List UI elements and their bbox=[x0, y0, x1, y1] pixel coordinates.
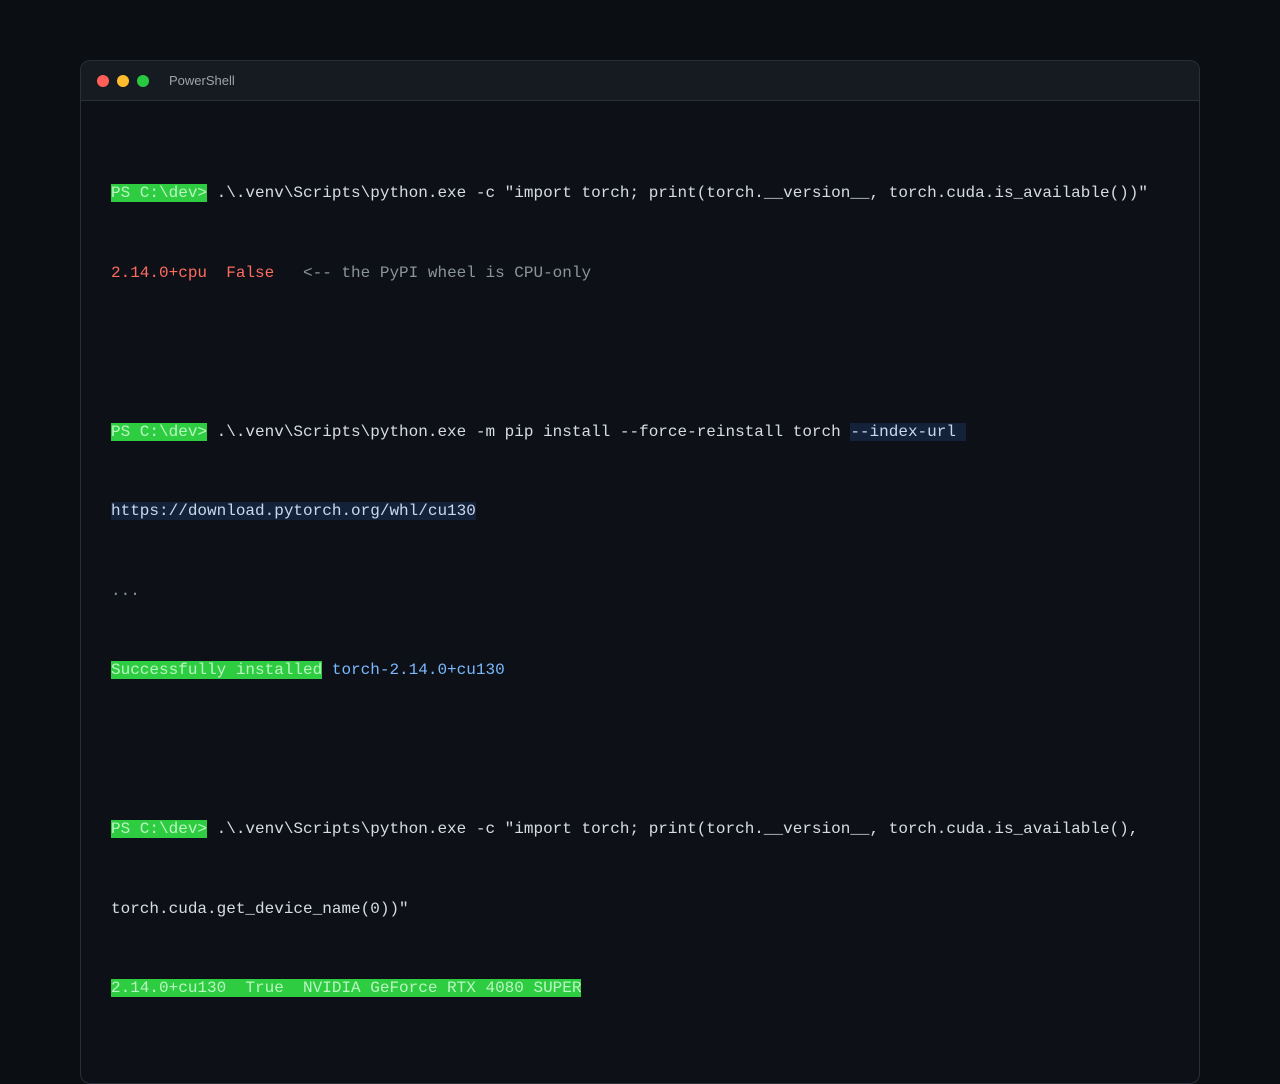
close-button[interactable] bbox=[97, 74, 109, 87]
ellipsis-line: ... bbox=[111, 581, 140, 600]
prompt: PS C:\dev> bbox=[111, 184, 208, 202]
command-text: .\.venv\Scripts\python.exe -m pip instal… bbox=[207, 422, 851, 441]
success-label: Successfully installed bbox=[111, 661, 323, 679]
maximize-button[interactable] bbox=[137, 74, 149, 87]
command-text: .\.venv\Scripts\python.exe -c "import to… bbox=[207, 184, 1148, 202]
comment-text: <-- the PyPI wheel is CPU-only bbox=[274, 263, 592, 282]
gpu-result-output: 2.14.0+cu130 True NVIDIA GeForce RTX 408… bbox=[111, 979, 582, 997]
prompt: PS C:\dev> bbox=[111, 422, 208, 441]
cuda-available-output: False bbox=[226, 263, 275, 282]
terminal-output[interactable]: PS C:\dev> .\.venv\Scripts\python.exe -c… bbox=[81, 101, 1199, 1083]
command-text: .\.venv\Scripts\python.exe -c "import to… bbox=[207, 820, 1139, 838]
command-line-2-cont: https://download.pytorch.org/whl/cu130 bbox=[111, 498, 1169, 525]
torch-version-output: 2.14.0+cpu bbox=[111, 263, 208, 282]
install-result-line: Successfully installed torch-2.14.0+cu13… bbox=[111, 657, 1169, 684]
terminal-window: PowerShell PS C:\dev> .\.venv\Scripts\py… bbox=[80, 60, 1200, 1084]
output-line-3: 2.14.0+cu130 True NVIDIA GeForce RTX 408… bbox=[111, 975, 1169, 1002]
command-line-3-cont: torch.cuda.get_device_name(0))" bbox=[111, 899, 409, 918]
output-separator bbox=[207, 264, 226, 282]
index-url-flag: --index-url bbox=[850, 422, 966, 441]
minimize-button[interactable] bbox=[117, 74, 129, 87]
title-bar: PowerShell bbox=[81, 61, 1199, 101]
command-line-1: PS C:\dev> .\.venv\Scripts\python.exe -c… bbox=[111, 180, 1169, 207]
index-url-link[interactable]: https://download.pytorch.org/whl/cu130 bbox=[111, 502, 476, 520]
output-line-1: 2.14.0+cpu False <-- the PyPI wheel is C… bbox=[111, 260, 1169, 287]
command-line-3: PS C:\dev> .\.venv\Scripts\python.exe -c… bbox=[111, 816, 1169, 843]
window-title: PowerShell bbox=[169, 73, 235, 88]
installed-package: torch-2.14.0+cu130 bbox=[322, 661, 505, 679]
command-line-2: PS C:\dev> .\.venv\Scripts\python.exe -m… bbox=[111, 419, 1169, 446]
prompt: PS C:\dev> bbox=[111, 820, 208, 838]
